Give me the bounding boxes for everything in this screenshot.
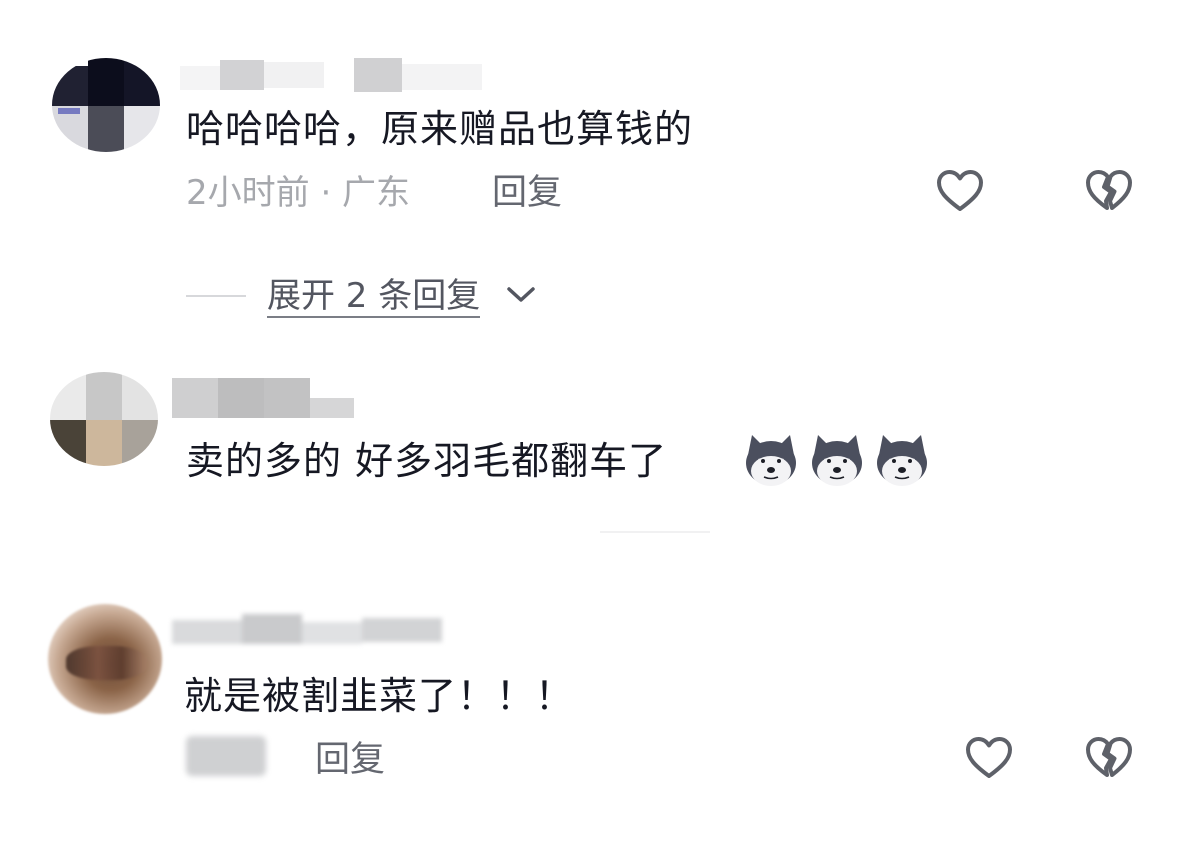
heart-outline-icon[interactable] bbox=[964, 735, 1014, 781]
expand-replies-link[interactable]: 展开 2 条回复 bbox=[267, 276, 481, 318]
comment-meta: 2小时前 · 广东 bbox=[186, 173, 411, 213]
broken-heart-icon[interactable] bbox=[1084, 168, 1134, 214]
husky-emoji bbox=[873, 433, 931, 489]
username-blurred[interactable] bbox=[170, 58, 490, 92]
avatar[interactable] bbox=[48, 604, 162, 714]
husky-emoji bbox=[808, 433, 866, 489]
avatar[interactable] bbox=[52, 58, 160, 152]
husky-emoji bbox=[742, 433, 800, 489]
reply-button[interactable]: 回复 bbox=[315, 740, 385, 780]
divider bbox=[600, 531, 710, 533]
comment-text: 就是被割韭菜了！！！ bbox=[184, 674, 575, 718]
username-blurred[interactable] bbox=[172, 612, 452, 658]
comment-text: 卖的多的 好多羽毛都翻车了 bbox=[186, 439, 668, 483]
comment-text: 哈哈哈哈，原来赠品也算钱的 bbox=[186, 107, 694, 151]
expand-divider bbox=[186, 295, 246, 297]
comment-meta-blurred bbox=[186, 730, 276, 782]
heart-outline-icon[interactable] bbox=[935, 168, 985, 214]
avatar[interactable] bbox=[50, 372, 158, 466]
broken-heart-icon[interactable] bbox=[1084, 735, 1134, 781]
username-blurred[interactable] bbox=[172, 376, 362, 422]
reply-button[interactable]: 回复 bbox=[492, 173, 562, 213]
chevron-down-icon[interactable] bbox=[504, 284, 538, 306]
